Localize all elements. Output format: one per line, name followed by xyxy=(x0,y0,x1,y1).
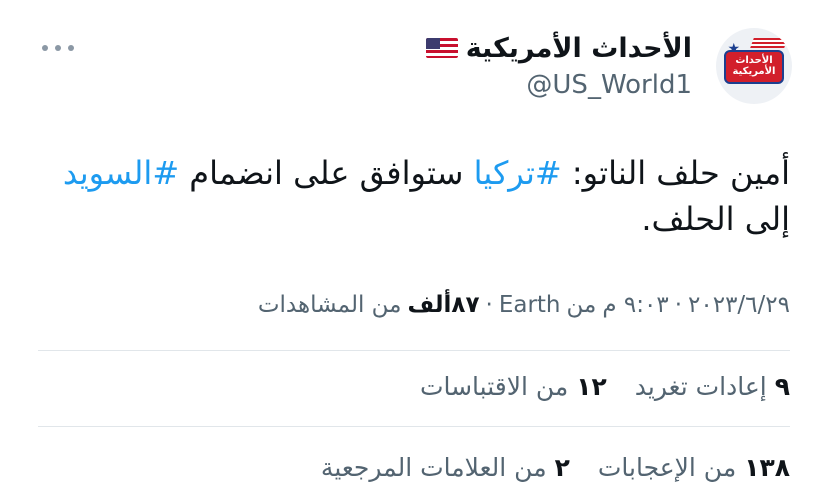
likes-label: من الإعجابات xyxy=(597,452,737,482)
tweet-card: ★ الأحداث الأمريكية الأحداث الأمريكية @U… xyxy=(0,0,828,497)
likes-count: ١٣٨ xyxy=(744,452,790,482)
author-handle[interactable]: @US_World1 xyxy=(526,70,692,100)
author-name-row[interactable]: الأحداث الأمريكية xyxy=(425,30,692,66)
hashtag-sweden[interactable]: #السويد xyxy=(63,154,179,192)
views-count: ٨٧ألف xyxy=(407,292,480,318)
retweets-count: ٩ xyxy=(774,371,790,401)
quotes-stat[interactable]: ١٢ من الاقتباسات xyxy=(420,372,607,401)
meta-separator: · xyxy=(485,292,493,318)
stats-row-likes: ١٣٨ من الإعجابات ٢ من العلامات المرجعية xyxy=(321,447,790,487)
tweet-source: Earth xyxy=(498,292,561,318)
bookmarks-stat[interactable]: ٢ من العلامات المرجعية xyxy=(321,453,570,482)
display-name[interactable]: الأحداث الأمريكية xyxy=(466,33,692,64)
hashtag-turkey[interactable]: #تركيا xyxy=(474,154,562,192)
tweet-text-part: أمين حلف الناتو: xyxy=(561,154,790,192)
stats-row-retweets: ٩ إعادات تغريد ١٢ من الاقتباسات xyxy=(420,366,790,406)
divider xyxy=(38,350,790,351)
avatar-logo: الأحداث الأمريكية xyxy=(724,50,784,84)
tweet-time[interactable]: ٩:٠٣ م xyxy=(602,292,668,318)
tweet-text: أمين حلف الناتو: #تركيا ستوافق على انضما… xyxy=(40,150,790,242)
more-options-icon[interactable] xyxy=(38,40,74,56)
quotes-label: من الاقتباسات xyxy=(419,371,569,401)
us-flag-icon xyxy=(425,38,458,58)
tweet-text-part: ستوافق على انضمام xyxy=(179,154,474,192)
meta-separator: · xyxy=(674,292,683,318)
quotes-count: ١٢ xyxy=(576,371,607,401)
likes-stat[interactable]: ١٣٨ من الإعجابات xyxy=(598,453,790,482)
source-prefix: من xyxy=(566,292,597,318)
tweet-date[interactable]: ٢٠٢٣/٦/٢٩ xyxy=(688,292,790,318)
avatar[interactable]: ★ الأحداث الأمريكية xyxy=(716,28,792,104)
views-label: من المشاهدات xyxy=(257,292,402,318)
tweet-meta: ٢٠٢٣/٦/٢٩ · ٩:٠٣ م من Earth · ٨٧ألف من ا… xyxy=(258,292,790,318)
avatar-stripes xyxy=(750,38,788,48)
bookmarks-label: من العلامات المرجعية xyxy=(320,452,547,482)
tweet-text-part: إلى الحلف. xyxy=(641,200,790,238)
bookmarks-count: ٢ xyxy=(554,452,570,482)
divider xyxy=(38,426,790,427)
retweets-stat[interactable]: ٩ إعادات تغريد xyxy=(635,372,790,401)
retweets-label: إعادات تغريد xyxy=(634,371,767,401)
